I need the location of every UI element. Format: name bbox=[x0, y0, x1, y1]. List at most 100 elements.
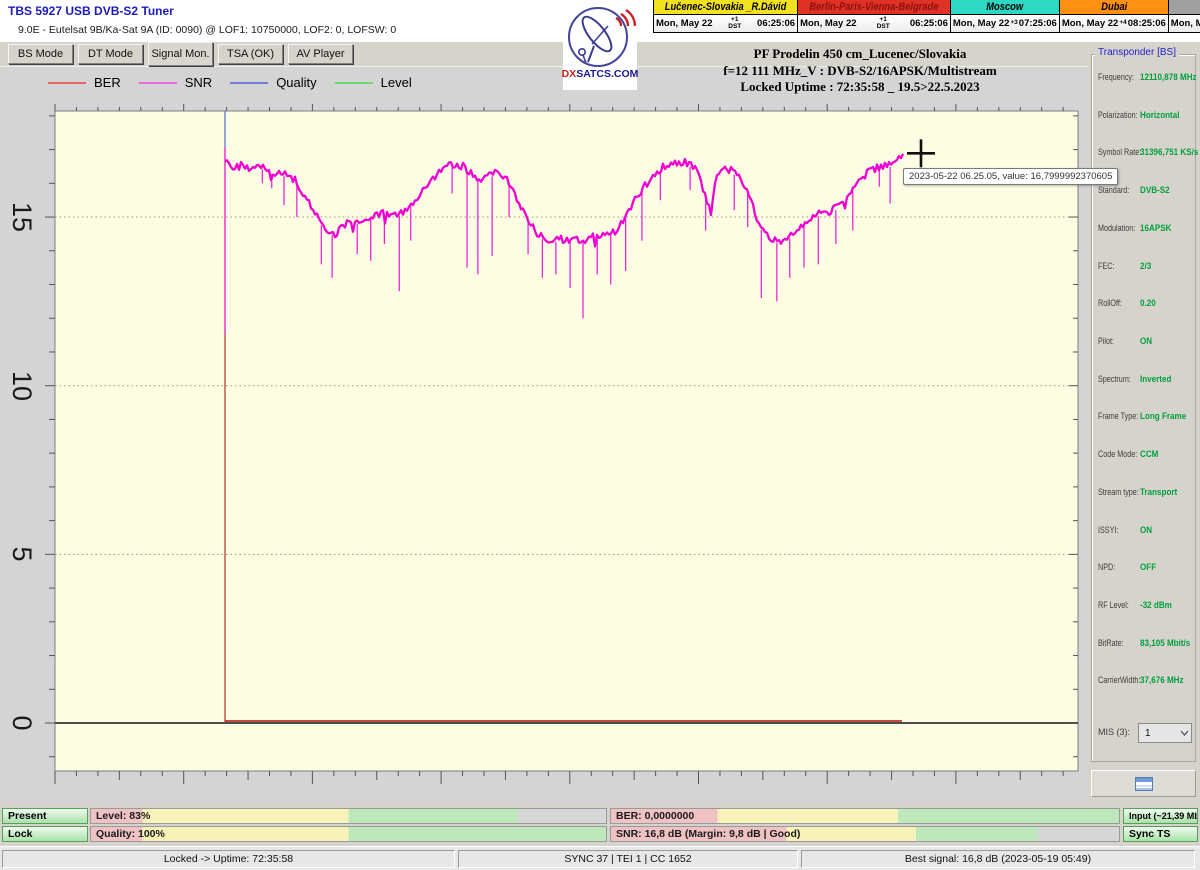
transponder-row: FEC:2/3 bbox=[1090, 261, 1200, 274]
level-progressbar: Level: 83% bbox=[90, 808, 607, 824]
transponder-row-value: CCM bbox=[1140, 449, 1158, 460]
clock-city-text: Berlin-Paris-Vienna-Belgrade bbox=[809, 0, 938, 15]
clock-city-label: Berlin-Paris-Vienna-Belgrade bbox=[798, 0, 950, 15]
transponder-groupbox-title: Transponder [BS] bbox=[1095, 47, 1179, 58]
lock-indicator: Lock bbox=[2, 826, 88, 842]
chart-title-line3: Locked Uptime : 72:35:58 _ 19.5>22.5.202… bbox=[620, 79, 1100, 96]
chart-value-tooltip: 2023-05-22 06.25.05, value: 16,799999237… bbox=[903, 168, 1118, 185]
transponder-row-label: ISSYI: bbox=[1098, 525, 1118, 535]
status-uptime: Locked -> Uptime: 72:35:58 bbox=[2, 850, 455, 868]
clock-time: Mon, May 22+307:25:06 bbox=[1169, 15, 1200, 33]
transponder-row: Standard:DVB-S2 bbox=[1090, 185, 1200, 198]
chevron-down-icon bbox=[1177, 730, 1191, 736]
clock-timezone-offset: +1DST bbox=[728, 17, 741, 30]
legend-item-ber: BER bbox=[48, 75, 121, 90]
clock-city-label: Lučenec-Slovakia _R.Dávid bbox=[654, 0, 797, 15]
transponder-row-label: Symbol Rate: bbox=[1098, 147, 1141, 157]
transponder-row-label: Stream type: bbox=[1098, 487, 1139, 497]
transponder-row: ISSYI:ON bbox=[1090, 525, 1200, 538]
transponder-row-value: 31396,751 KS/s bbox=[1140, 147, 1198, 158]
transponder-row-value: 16APSK bbox=[1140, 223, 1171, 234]
legend-label: SNR bbox=[185, 75, 212, 90]
transponder-row-label: RollOff: bbox=[1098, 298, 1122, 308]
level-label: Level: 83% bbox=[96, 810, 150, 822]
legend-label: Level bbox=[381, 75, 412, 90]
window-icon bbox=[1135, 777, 1153, 791]
chart-title-line2: f=12 111 MHz_V : DVB-S2/16APSK/Multistre… bbox=[620, 63, 1100, 80]
y-axis-tick-label: 0 bbox=[4, 701, 40, 745]
tz-offset: +4 bbox=[1119, 20, 1126, 27]
tz-dst: DST bbox=[728, 24, 741, 31]
clock-time: Mon, May 22+1DST06:25:06 bbox=[798, 15, 950, 33]
transponder-row-label: BitRate: bbox=[1098, 638, 1124, 648]
dxsatcs-logo: DXSATCS.COM bbox=[563, 4, 637, 90]
clock-city-text: Lučenec-Slovakia _R.Dávid bbox=[665, 0, 787, 15]
transponder-row-value: 83,105 Mbit/s bbox=[1140, 638, 1190, 649]
snr-chart-canvas bbox=[35, 91, 1098, 791]
chart-legend: BER SNR Quality Level bbox=[48, 75, 412, 90]
tab-signal-mon-[interactable]: Signal Mon. bbox=[148, 42, 213, 66]
transponder-row: BitRate: 83,105 Mbit/s bbox=[1090, 638, 1200, 651]
legend-line-swatch bbox=[230, 82, 268, 84]
transponder-row: Stream type:Transport bbox=[1090, 487, 1200, 500]
transponder-row-value: OFF bbox=[1140, 562, 1156, 573]
clock-date: Mon, May 22 bbox=[1171, 18, 1200, 29]
clock-column: Berlin-Paris-Vienna-BelgradeMon, May 22+… bbox=[797, 0, 950, 33]
transponder-row: RF Level: -32 dBm bbox=[1090, 600, 1200, 613]
show-ts-window-button[interactable] bbox=[1091, 770, 1196, 797]
snr-chart-plot-area[interactable]: 2023-05-22 06.25.05, value: 16,799999237… bbox=[55, 111, 1078, 771]
clock-date: Mon, May 22 bbox=[800, 18, 857, 29]
clock-column: Lučenec-Slovakia _R.Dávid Mon, May 22 +1DS… bbox=[653, 0, 797, 33]
chart-title-line1: PF Prodelin 450 cm_Lucenec/Slovakia bbox=[620, 46, 1100, 63]
transponder-row: NPD: OFF bbox=[1090, 562, 1200, 575]
mis-label: MIS (3): bbox=[1098, 727, 1130, 737]
tab-bs-mode[interactable]: BS Mode bbox=[8, 44, 73, 64]
transponder-row: Modulation: 16APSK bbox=[1090, 223, 1200, 236]
tz-offset: +3 bbox=[1010, 20, 1017, 27]
clock-date: Mon, May 22 bbox=[1062, 18, 1119, 29]
ber-progressbar: BER: 0,0000000 bbox=[610, 808, 1120, 824]
transponder-row-value: -32 dBm bbox=[1140, 600, 1172, 611]
transponder-row-value: Long Frame bbox=[1140, 411, 1186, 422]
transponder-row-label: Spectrum: bbox=[1098, 374, 1131, 384]
legend-item-level: Level bbox=[335, 75, 412, 90]
transponder-row-label: RF Level: bbox=[1098, 600, 1129, 610]
tab-dt-mode[interactable]: DT Mode bbox=[78, 44, 143, 64]
transponder-row: Code Mode:CCM bbox=[1090, 449, 1200, 462]
transponder-row-value: Horizontal bbox=[1140, 110, 1179, 121]
transponder-row-label: Polarization: bbox=[1098, 110, 1138, 120]
clock-city-label: Athens bbox=[1169, 0, 1200, 15]
legend-line-swatch bbox=[48, 82, 86, 84]
transponder-row: Frequency:12110,878 MHz bbox=[1090, 72, 1200, 85]
signal-chart-panel: BERSNRQualityLevel PF Prodelin 450 cm_Lu… bbox=[0, 66, 1088, 803]
clock-date: Mon, May 22 bbox=[953, 18, 1010, 29]
transponder-row-label: Frame Type: bbox=[1098, 411, 1138, 421]
transponder-row-value: ON bbox=[1140, 336, 1152, 347]
transponder-row-label: Code Mode: bbox=[1098, 449, 1137, 459]
transponder-row-value: 0.20 bbox=[1140, 298, 1156, 309]
transponder-row-value: 37,676 MHz bbox=[1140, 675, 1184, 686]
legend-item-snr: SNR bbox=[139, 75, 212, 90]
tz-dst: DST bbox=[877, 24, 890, 31]
transponder-row-label: CarrierWidth: bbox=[1098, 675, 1140, 685]
quality-progressbar: Quality: 100% bbox=[90, 826, 607, 842]
clock-date: Mon, May 22 bbox=[656, 18, 713, 29]
transponder-row-label: Frequency: bbox=[1098, 72, 1134, 82]
transponder-row: Pilot:ON bbox=[1090, 336, 1200, 349]
y-axis-tick-label: 5 bbox=[4, 532, 40, 576]
legend-line-swatch bbox=[335, 82, 373, 84]
clock-timezone-offset: +4 bbox=[1119, 20, 1126, 27]
transponder-row-label: Modulation: bbox=[1098, 223, 1135, 233]
transponder-row: Spectrum:Inverted bbox=[1090, 374, 1200, 387]
mis-dropdown[interactable]: 1 bbox=[1138, 723, 1192, 743]
legend-label: Quality bbox=[276, 75, 316, 90]
tab-tsa-ok-[interactable]: TSA (OK) bbox=[218, 44, 283, 64]
tab-av-player[interactable]: AV Player bbox=[288, 44, 353, 64]
clock-time-value: 06:25:06 bbox=[910, 18, 948, 29]
transponder-row-label: NPD: bbox=[1098, 562, 1115, 572]
legend-line-swatch bbox=[139, 82, 177, 84]
clock-column: DubaiMon, May 22+408:25:06 bbox=[1059, 0, 1168, 33]
transponder-row-label: Standard: bbox=[1098, 185, 1129, 195]
status-sync-counters: SYNC 37 | TEI 1 | CC 1652 bbox=[458, 850, 798, 868]
clock-time: Mon, May 22+1DST06:25:06 bbox=[654, 15, 797, 33]
